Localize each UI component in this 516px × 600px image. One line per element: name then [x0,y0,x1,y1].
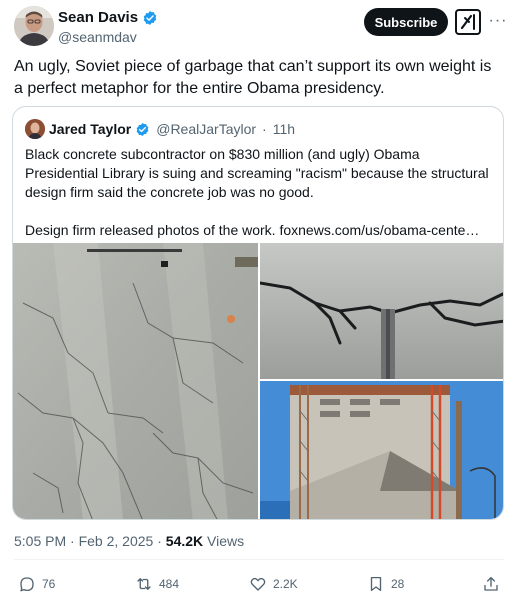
grok-icon[interactable] [455,9,481,35]
reply-count: 76 [42,577,56,591]
repost-count: 484 [159,577,180,591]
like-button[interactable]: 2.2K [249,571,298,597]
subscribe-button[interactable]: Subscribe [364,8,448,36]
tweet-date[interactable]: Feb 2, 2025 [79,533,154,549]
quoted-author-name[interactable]: Jared Taylor [49,121,131,137]
tweet-header: Sean Davis @seanmdav Subscribe ··· [0,0,516,52]
views-count: 54.2K [165,533,204,549]
views-label: Views [207,533,245,549]
author-name[interactable]: Sean Davis [58,9,158,26]
quoted-tweet-header: Jared Taylor @RealJarTaylor · 11h [25,119,295,139]
more-icon[interactable]: ··· [487,10,509,32]
bookmark-icon [370,576,382,592]
concrete-crack-closeup-photo[interactable] [260,243,503,379]
quoted-author-avatar [25,119,45,139]
tweet-time[interactable]: 5:05 PM [14,533,66,549]
action-bar: 76 484 2.2K 28 [0,571,516,597]
quoted-tweet[interactable]: Jared Taylor @RealJarTaylor · 11h Black … [12,106,504,520]
share-icon [484,576,498,591]
quoted-author-handle[interactable]: @RealJarTaylor [156,121,256,137]
bookmark-button[interactable]: 28 [367,571,404,597]
share-button[interactable] [482,571,500,597]
cracked-concrete-floor-photo[interactable] [13,243,258,519]
quoted-tweet-text: Black concrete subcontractor on $830 mil… [25,145,495,240]
divider [14,559,504,560]
reply-button[interactable]: 76 [18,571,55,597]
verified-badge-icon [143,10,157,25]
tweet-text: An ugly, Soviet piece of garbage that ca… [14,58,492,97]
bookmark-count: 28 [391,577,405,591]
author-handle[interactable]: @seanmdav [58,29,137,45]
like-count: 2.2K [273,577,298,591]
repost-icon [137,578,151,590]
author-name-text: Sean Davis [58,9,139,26]
quoted-tweet-age[interactable]: 11h [273,121,295,137]
quoted-separator: · [262,121,267,137]
quoted-media-grid [13,243,503,519]
meta-separator: · [70,533,75,549]
reply-icon [20,577,34,592]
tweet-meta: 5:05 PM · Feb 2, 2025 · 54.2K Views [14,533,244,549]
repost-button[interactable]: 484 [135,571,179,597]
meta-separator-2: · [157,533,162,549]
quoted-paragraph-1: Black concrete subcontractor on $830 mil… [25,146,489,200]
building-construction-photo[interactable] [260,381,503,519]
like-icon [250,577,266,591]
quoted-paragraph-2: Design firm released photos of the work.… [25,222,480,238]
author-avatar[interactable] [14,6,54,46]
quoted-verified-badge-icon [136,122,149,136]
